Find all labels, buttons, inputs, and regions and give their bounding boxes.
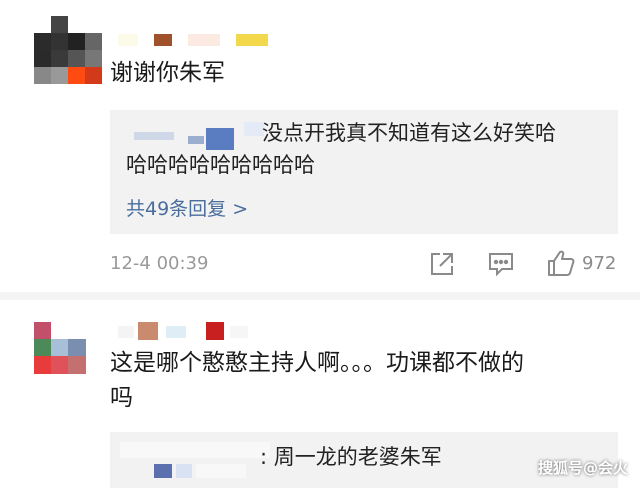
like-icon[interactable] <box>546 248 576 278</box>
reply-preview-text: : 周一龙的老婆朱军 <box>260 445 442 469</box>
share-icon[interactable] <box>428 250 456 278</box>
replier-name[interactable] <box>134 122 264 152</box>
reply-count-link[interactable]: 共49条回复 > <box>126 194 248 221</box>
username[interactable] <box>118 34 278 46</box>
replier-name[interactable] <box>120 442 272 482</box>
avatar[interactable] <box>34 16 102 84</box>
like-count: 972 <box>582 253 617 274</box>
divider <box>0 292 640 300</box>
watermark: 搜狐号@会火 <box>537 459 628 477</box>
comment-text-line1: 这是哪个憨憨主持人啊。。。功课都不做的 <box>110 350 524 376</box>
comment-icon[interactable] <box>487 250 515 278</box>
reply-preview-line1: 没点开我真不知道有这么好笑哈 <box>262 121 556 145</box>
avatar[interactable] <box>34 322 86 374</box>
comment-text: 谢谢你朱军 <box>110 60 225 86</box>
reply-preview-box[interactable]: 没点开我真不知道有这么好笑哈 哈哈哈哈哈哈哈哈哈 共49条回复 > <box>110 110 618 234</box>
comment-text-line2: 吗 <box>110 385 133 411</box>
username[interactable] <box>118 322 258 340</box>
reply-preview-line2: 哈哈哈哈哈哈哈哈哈 <box>126 153 315 177</box>
comment-time: 12-4 00:39 <box>110 253 209 274</box>
